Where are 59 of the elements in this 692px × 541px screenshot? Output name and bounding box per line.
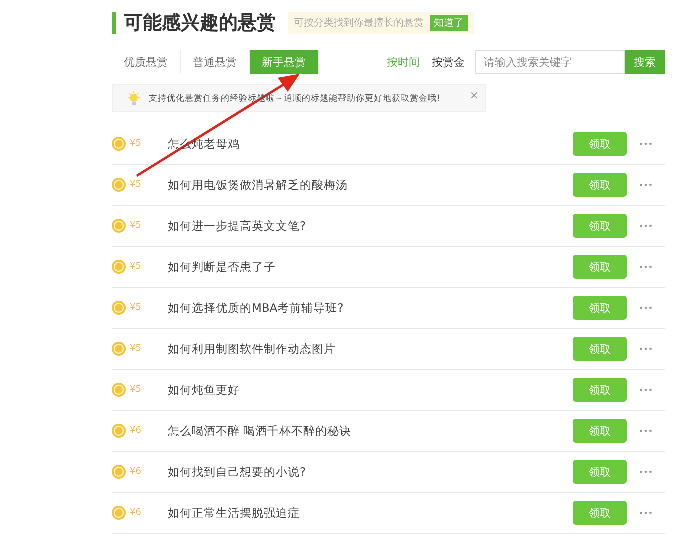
coin-icon xyxy=(112,301,126,315)
claim-button[interactable]: 领取 xyxy=(573,337,627,361)
coin-icon xyxy=(112,424,126,438)
coin-icon xyxy=(112,506,126,520)
more-button[interactable]: ••• xyxy=(627,426,665,436)
reward-amount: ¥5 xyxy=(130,221,142,231)
more-button[interactable]: ••• xyxy=(627,138,665,150)
claim-button[interactable]: 领取 xyxy=(573,214,627,238)
more-button[interactable]: ••• xyxy=(627,262,665,272)
question-title[interactable]: 如何正常生活摆脱强迫症 xyxy=(168,506,573,520)
claim-button[interactable]: 领取 xyxy=(573,460,627,484)
coin-icon xyxy=(112,465,126,479)
question-title[interactable]: 怎么喝酒不醉 喝酒千杯不醉的秘诀 xyxy=(168,424,573,438)
question-title[interactable]: 如何选择优质的MBA考前辅导班? xyxy=(168,300,573,316)
more-button[interactable]: ••• xyxy=(627,220,665,232)
coin-icon xyxy=(112,137,126,151)
claim-button[interactable]: 领取 xyxy=(573,132,627,156)
category-tab[interactable]: 新手悬赏 xyxy=(250,50,319,74)
more-button[interactable]: ••• xyxy=(627,180,665,190)
hint-text: 可按分类找到你最擅长的悬赏 xyxy=(294,16,424,30)
reward-amount: ¥6 xyxy=(130,426,142,436)
search-field[interactable]: 请输入搜索关键字 xyxy=(475,50,625,74)
coin-icon xyxy=(112,260,126,274)
close-button[interactable]: × xyxy=(470,91,479,101)
claim-button[interactable]: 领取 xyxy=(573,419,627,443)
more-button[interactable]: ••• xyxy=(627,302,665,314)
reward-amount: ¥5 xyxy=(130,385,142,395)
search-button[interactable]: 搜索 xyxy=(625,50,665,74)
reward-amount: ¥5 xyxy=(130,344,142,354)
reward-amount: ¥5 xyxy=(130,303,142,313)
reward-amount: ¥5 xyxy=(130,180,142,190)
claim-button[interactable]: 领取 xyxy=(573,255,627,279)
more-button[interactable]: ••• xyxy=(627,344,665,354)
claim-button[interactable]: 领取 xyxy=(573,378,627,402)
reward-amount: ¥5 xyxy=(130,139,142,149)
question-title[interactable]: 如何利用制图软件制作动态图片 xyxy=(168,342,573,356)
reward-amount: ¥6 xyxy=(130,508,142,518)
coin-icon xyxy=(112,178,126,192)
more-button[interactable]: ••• xyxy=(627,384,665,396)
more-button[interactable]: ••• xyxy=(627,466,665,478)
coin-icon xyxy=(112,383,126,397)
claim-button[interactable]: 领取 xyxy=(573,501,627,525)
sort-link[interactable]: 按赏金 xyxy=(426,54,471,70)
question-title[interactable]: 如何找到自己想要的小说? xyxy=(168,464,573,480)
lightbulb-icon xyxy=(127,91,141,107)
coin-icon xyxy=(112,219,126,233)
question-title[interactable]: 如何用电饭煲做消暑解乏的酸梅汤 xyxy=(168,178,573,192)
question-title[interactable]: 如何炖鱼更好 xyxy=(168,382,573,398)
page-title: 可能感兴趣的悬赏 xyxy=(112,12,276,34)
question-title[interactable]: 如何进一步提高英文文笔? xyxy=(168,218,573,234)
reward-amount: ¥5 xyxy=(130,262,142,272)
question-title[interactable]: 如何判断是否患了子 xyxy=(168,260,573,274)
more-button[interactable]: ••• xyxy=(627,508,665,518)
got-it-button[interactable]: 知道了 xyxy=(430,15,468,31)
coin-icon xyxy=(112,342,126,356)
reward-amount: ¥6 xyxy=(130,467,142,477)
claim-button[interactable]: 领取 xyxy=(573,173,627,197)
sort-link[interactable]: 按时间 xyxy=(381,54,426,70)
claim-button[interactable]: 领取 xyxy=(573,296,627,320)
